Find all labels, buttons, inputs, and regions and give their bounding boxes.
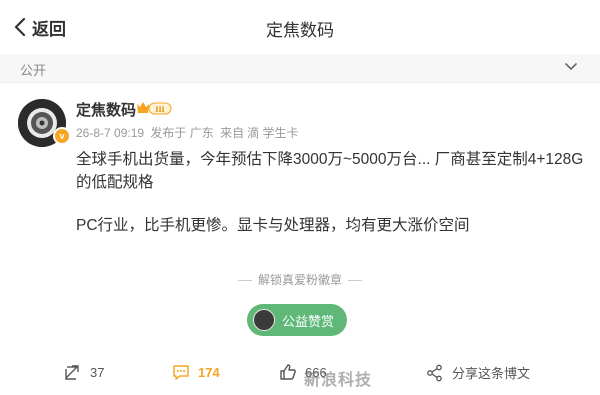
- watermark: 新浪科技: [304, 372, 373, 389]
- vip-crown-icon[interactable]: III: [136, 100, 172, 116]
- visibility-label: 公开: [20, 63, 47, 78]
- top-bar: 返回 定焦数码: [0, 0, 600, 55]
- post-time: 26-8-7 09:19: [76, 126, 145, 140]
- comment-icon: [173, 365, 189, 380]
- visibility-selector[interactable]: 公开: [0, 54, 600, 83]
- post-paragraph-2: PC行业，比手机更惨。显卡与处理器，均有更大涨价空间: [76, 217, 470, 234]
- share-label: 分享这条博文: [452, 366, 531, 381]
- post-location: 发布于 广东: [150, 126, 214, 140]
- page-title: 定焦数码: [266, 21, 334, 40]
- verified-badge: v: [53, 127, 71, 145]
- comment-button[interactable]: 174: [172, 363, 220, 381]
- charity-reward-button[interactable]: 公益赞赏: [247, 304, 347, 336]
- divider: [348, 280, 362, 282]
- repost-count: 37: [90, 364, 105, 380]
- repost-icon: [65, 365, 79, 380]
- share-button[interactable]: 分享这条博文: [426, 363, 530, 382]
- repost-button[interactable]: 37: [64, 363, 104, 381]
- post-source-prefix: 来自: [220, 126, 245, 140]
- chevron-down-icon: [565, 63, 577, 71]
- action-bar: 37 174 666 分享这条博文: [0, 363, 600, 387]
- author-name[interactable]: 定焦数码: [76, 99, 136, 120]
- post-device[interactable]: 滴 学生卡: [247, 126, 298, 140]
- unlock-label: 解锁真爱粉徽章: [257, 273, 342, 287]
- post-paragraph-1: 全球手机出货量，今年预估下降3000万~5000万台... 厂商甚至定制4+12…: [76, 151, 584, 191]
- vip-level: III: [155, 105, 164, 114]
- thumbs-up-icon: [280, 364, 296, 380]
- comment-count: 174: [198, 364, 220, 380]
- share-icon: [427, 364, 442, 381]
- post-meta: 26-8-7 09:19 发布于 广东 来自滴 学生卡: [76, 124, 301, 141]
- divider: [237, 280, 252, 282]
- charity-label: 公益赞赏: [282, 313, 335, 329]
- unlock-fan-badge[interactable]: 解锁真爱粉徽章: [0, 271, 600, 288]
- charity-avatar: [253, 309, 275, 331]
